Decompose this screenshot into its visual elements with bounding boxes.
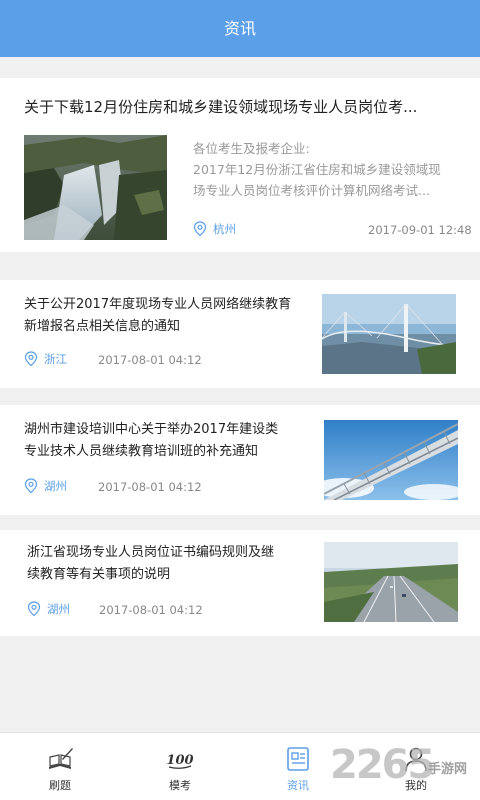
header-bar: 资讯 [0, 0, 480, 57]
highway-thumbnail [324, 542, 458, 622]
location-tag: 杭州 [193, 221, 236, 237]
location-tag: 湖州 [27, 601, 70, 617]
location-pin-icon [193, 221, 207, 237]
location-pin-icon [27, 601, 41, 617]
svg-text:100: 100 [166, 753, 193, 768]
location-tag: 湖州 [24, 478, 67, 494]
tab-mock-exam[interactable]: 100 模考 [140, 733, 220, 800]
summary-line: 2017年12月份浙江省住房和城乡建设领域现 [193, 162, 441, 177]
tab-news[interactable]: 资讯 [258, 733, 338, 800]
site-watermark: 2265 手游网 [330, 742, 480, 794]
news-title: 浙江省现场专业人员岗位证书编码规则及继 续教育等有关事项的说明 [27, 542, 307, 586]
title-line: 专业技术人员继续教育培训班的补充通知 [24, 444, 259, 459]
watermark-text: 手游网 [428, 762, 468, 777]
score-100-icon: 100 [166, 753, 194, 769]
news-card[interactable]: 关于公开2017年度现场专业人员网络继续教育 新增报名点相关信息的通知 浙江 2… [0, 280, 480, 388]
location-pin-icon [24, 351, 38, 367]
tab-label: 刷题 [49, 779, 71, 792]
title-line: 浙江省现场专业人员岗位证书编码规则及继 [27, 545, 275, 560]
location-label: 湖州 [44, 479, 67, 493]
location-pin-icon [24, 478, 38, 494]
news-icon [287, 747, 309, 771]
news-date: 2017-08-01 04:12 [98, 353, 202, 367]
news-date: 2017-08-01 04:12 [99, 603, 203, 617]
sky-bridge-thumbnail [324, 420, 458, 500]
location-label: 杭州 [213, 222, 236, 236]
summary-line: 各位考生及报考企业: [193, 141, 310, 156]
page-title: 资讯 [223, 19, 256, 38]
news-summary: 各位考生及报考企业: 2017年12月份浙江省住房和城乡建设领域现 场专业人员岗… [193, 138, 455, 201]
tab-practice[interactable]: 刷题 [20, 733, 100, 800]
summary-line: 场专业人员岗位考核评价计算机网络考试... [193, 183, 430, 198]
tab-label: 模考 [169, 779, 191, 792]
news-title: 关于公开2017年度现场专业人员网络继续教育 新增报名点相关信息的通知 [24, 294, 304, 338]
location-label: 浙江 [44, 352, 67, 366]
title-line: 新增报名点相关信息的通知 [24, 319, 181, 334]
location-label: 湖州 [47, 602, 70, 616]
title-line: 关于公开2017年度现场专业人员网络继续教育 [24, 297, 292, 312]
news-title: 关于下载12月份住房和城乡建设领域现场专业人员岗位考... [24, 98, 418, 116]
location-tag: 浙江 [24, 351, 67, 367]
title-line: 湖州市建设培训中心关于举办2017年建设类 [24, 422, 279, 437]
book-pen-icon [49, 748, 73, 769]
news-date: 2017-08-01 04:12 [98, 480, 202, 494]
news-card[interactable]: 关于下载12月份住房和城乡建设领域现场专业人员岗位考... 各位考生及报考企业:… [0, 78, 480, 252]
news-card[interactable]: 湖州市建设培训中心关于举办2017年建设类 专业技术人员继续教育培训班的补充通知 [0, 405, 480, 515]
bridge-thumbnail [322, 294, 456, 374]
news-card[interactable]: 浙江省现场专业人员岗位证书编码规则及继 续教育等有关事项的说明 湖州 2017-… [0, 530, 480, 636]
watermark-number: 2265 [330, 742, 435, 788]
title-line: 续教育等有关事项的说明 [27, 567, 171, 582]
news-title: 湖州市建设培训中心关于举办2017年建设类 专业技术人员继续教育培训班的补充通知 [24, 419, 304, 463]
tab-label: 资讯 [287, 779, 309, 792]
waterfall-thumbnail [24, 135, 167, 240]
news-date: 2017-09-01 12:48 [368, 223, 472, 237]
